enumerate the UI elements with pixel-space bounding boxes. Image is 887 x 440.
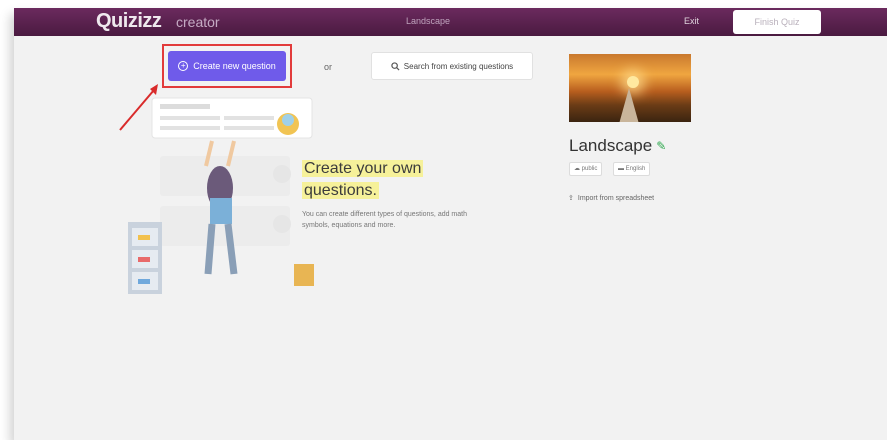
quiz-cover-image[interactable] [569,54,691,122]
import-label: Import from spreadsheet [577,194,655,202]
app-frame: Quizizz creator Landscape Exit Finish Qu… [14,8,887,440]
cover-road [619,88,639,122]
language-chip[interactable]: ▬ English [613,162,651,176]
create-new-question-button[interactable]: + Create new question [168,51,286,81]
create-new-question-label: Create new question [193,61,276,71]
promo-title: Create your own questions. [302,158,424,202]
exit-button[interactable]: Exit [684,16,699,26]
pencil-icon[interactable]: ✎ [656,139,666,153]
cover-sun [627,76,639,88]
app-logo: Quizizz [96,10,162,32]
create-questions-illustration [128,97,314,294]
promo-title-line-1: Create your own [302,160,424,177]
app-logo-subtitle: creator [176,14,220,30]
upload-icon: ⇪ [568,195,574,202]
promo-description: You can create different types of questi… [302,211,467,229]
search-icon [391,61,400,71]
search-existing-questions-button[interactable]: Search from existing questions [371,52,533,80]
top-bar: Quizizz creator Landscape Exit Finish Qu… [14,8,887,36]
globe-icon: ☁ [574,166,580,172]
search-existing-questions-label: Search from existing questions [403,61,514,71]
language-label: English [625,166,646,172]
plus-circle-icon: + [178,61,189,71]
finish-quiz-button[interactable]: Finish Quiz [733,10,821,34]
visibility-chip[interactable]: ☁ public [569,162,603,176]
top-quiz-title[interactable]: Landscape [406,16,450,26]
import-from-spreadsheet-link[interactable]: ⇪ Import from spreadsheet [568,194,655,203]
visibility-label: public [581,166,598,172]
quiz-name: Landscape ✎ [569,136,666,156]
quiz-name-text: Landscape [569,136,653,155]
promo-title-line-2: questions. [302,182,379,199]
or-separator: or [324,62,333,72]
flag-icon: ▬ [618,166,624,172]
